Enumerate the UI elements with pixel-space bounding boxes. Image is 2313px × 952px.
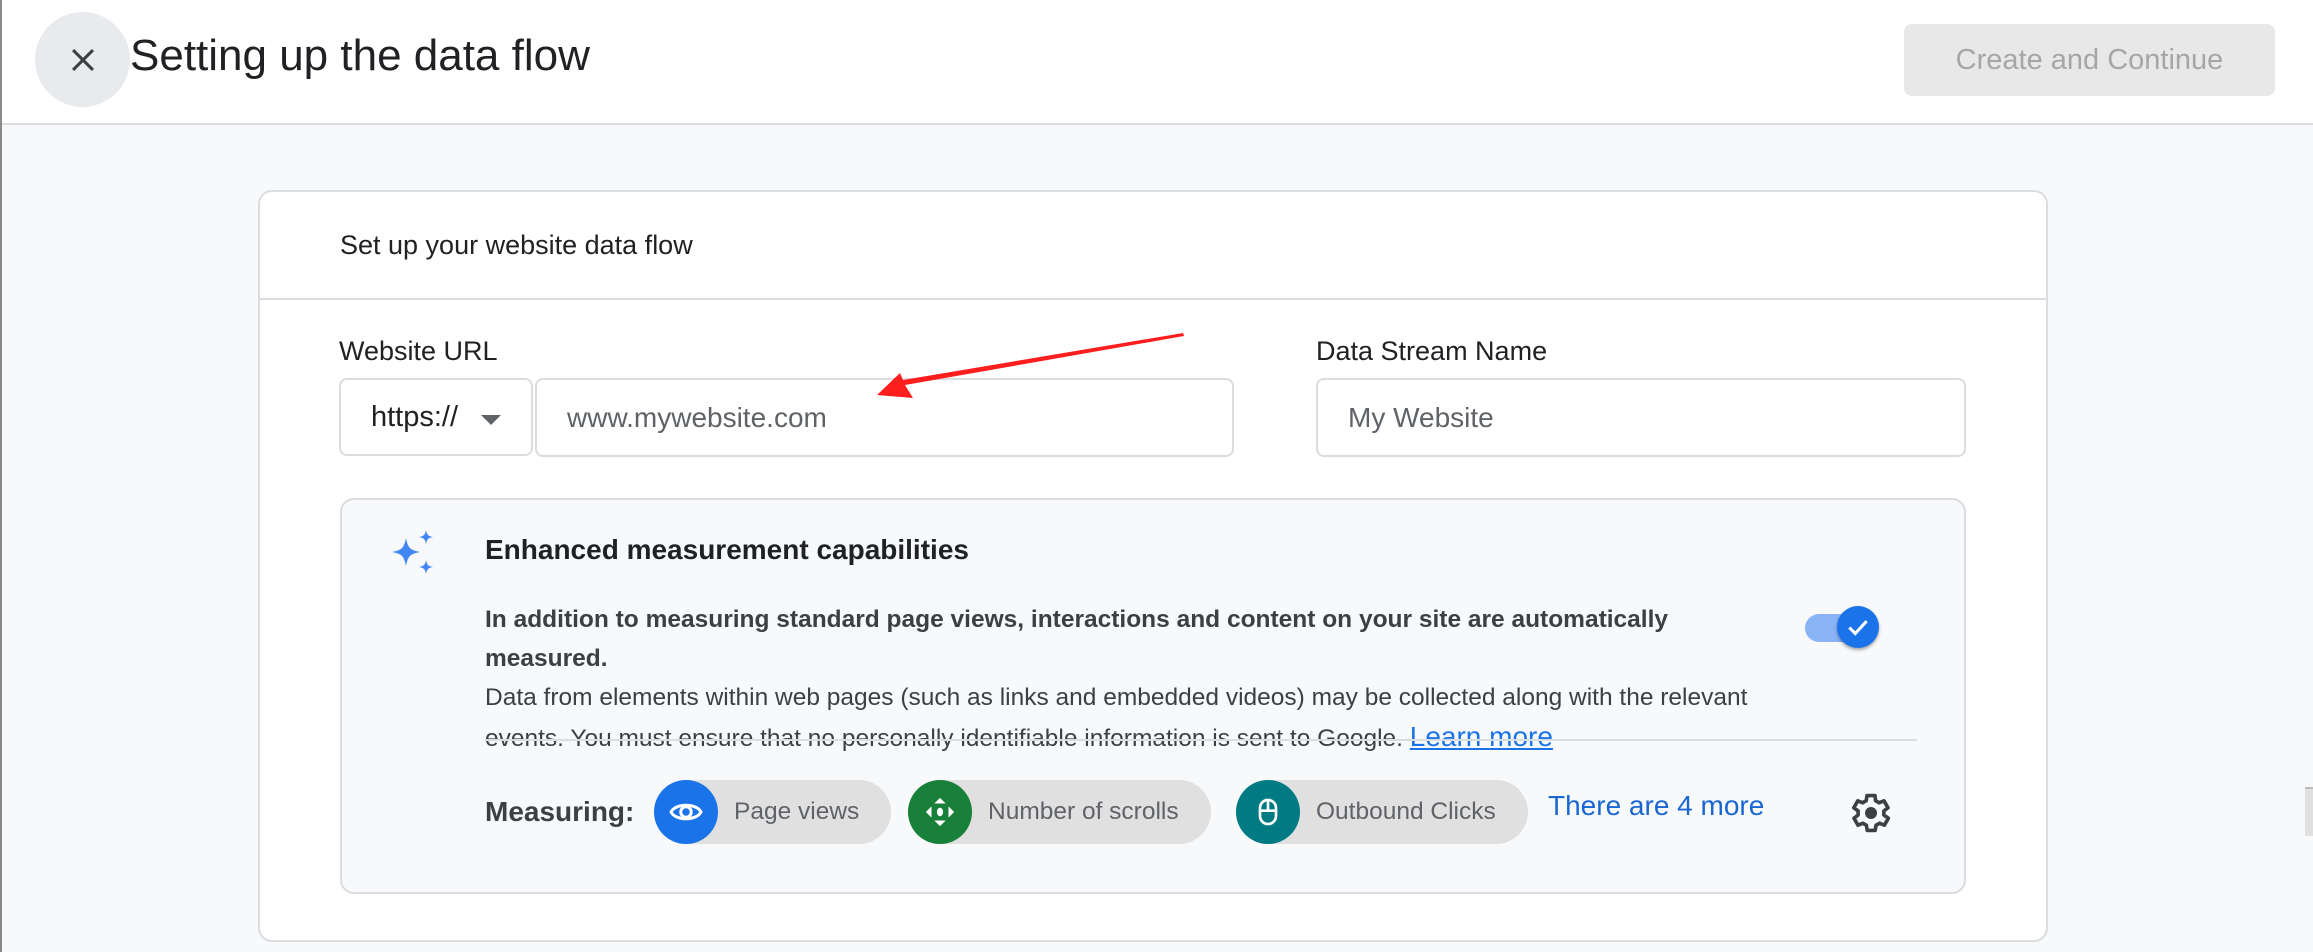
scrollbar-thumb[interactable] [2305,787,2313,836]
window-edge [0,0,2,952]
website-url-input[interactable] [535,378,1234,457]
scroll-arrows-icon [925,797,955,827]
protocol-value: https:// [371,400,459,433]
chip-icon-wrap [654,780,718,844]
mouse-icon [1258,798,1278,826]
create-and-continue-button[interactable]: Create and Continue [1904,24,2275,96]
enhanced-measurement-title: Enhanced measurement capabilities [485,534,969,565]
chip-icon-wrap [1236,780,1300,844]
chip-number-of-scrolls[interactable]: Number of scrolls [908,780,1211,844]
more-events-link[interactable]: There are 4 more [1548,790,1764,822]
chip-label: Number of scrolls [988,798,1179,825]
stream-name-label: Data Stream Name [1316,336,1548,366]
protocol-select[interactable]: https:// [339,378,533,456]
description-text: Data from elements within web pages (suc… [485,684,1748,752]
close-button[interactable] [35,12,130,107]
stream-name-input[interactable] [1316,378,1966,457]
chip-outbound-clicks[interactable]: Outbound Clicks [1236,780,1528,844]
measuring-label: Measuring: [485,796,635,827]
learn-more-link[interactable]: Learn more [1410,721,1553,752]
card-header: Set up your website data flow [260,192,2046,300]
header-bar: Setting up the data flow Create and Cont… [2,0,2313,125]
enhanced-description: In addition to measuring standard page v… [485,600,1795,758]
card-title: Set up your website data flow [340,230,693,260]
eye-icon [669,803,703,821]
sparkle-icon [392,530,433,574]
gear-icon[interactable] [1845,789,1893,837]
dropdown-caret-icon [481,415,501,425]
website-url-label: Website URL [339,336,498,366]
description-bold: In addition to measuring standard page v… [485,606,1669,672]
checkmark-icon [1848,620,1868,636]
chip-icon-wrap [908,780,972,844]
chip-page-views[interactable]: Page views [654,780,892,844]
chip-label: Outbound Clicks [1316,798,1496,825]
toggle-knob [1837,606,1879,648]
enhanced-measurement-toggle[interactable] [1803,606,1879,650]
page-title: Setting up the data flow [130,31,590,80]
chip-label: Page views [734,798,860,825]
close-icon [71,48,94,71]
panel-divider [485,739,1917,741]
